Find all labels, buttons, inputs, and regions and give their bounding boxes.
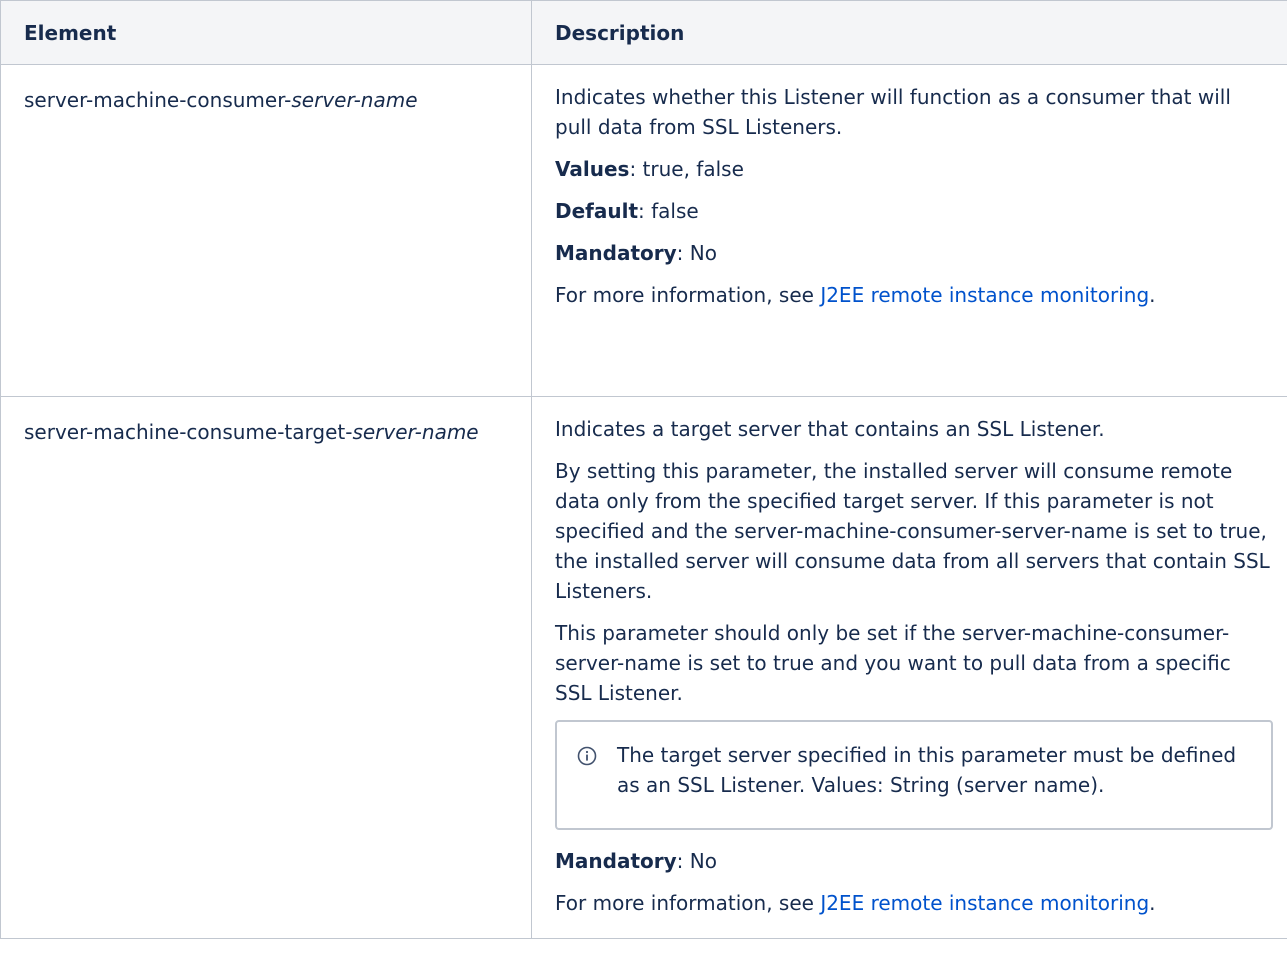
table-row: server-machine-consume-target-server-nam…: [0, 396, 1287, 939]
mandatory-label: Mandatory: [555, 849, 677, 873]
header-description: Description: [531, 0, 1287, 65]
values-label: Values: [555, 157, 630, 181]
mandatory-text: : No: [676, 241, 717, 265]
j2ee-monitoring-link[interactable]: J2EE remote instance monitoring: [820, 283, 1149, 307]
default-text: : false: [638, 199, 699, 223]
more-info-suffix: .: [1149, 891, 1156, 915]
info-note: The target server specified in this para…: [555, 720, 1273, 830]
description-cell: Indicates a target server that contains …: [531, 396, 1287, 939]
j2ee-monitoring-link[interactable]: J2EE remote instance monitoring: [820, 891, 1149, 915]
default-line: Default: false: [555, 196, 1273, 226]
description-text: Indicates a target server that contains …: [555, 417, 1105, 441]
mandatory-line: Mandatory: No: [555, 846, 1273, 876]
parameters-table: Element Description server-machine-consu…: [0, 0, 1287, 939]
more-info-line: For more information, see J2EE remote in…: [555, 280, 1273, 310]
table-header-row: Element Description: [0, 0, 1287, 65]
element-name-italic: server-name: [352, 420, 479, 444]
more-info-suffix: .: [1149, 283, 1156, 307]
description-cell: Indicates whether this Listener will fun…: [531, 64, 1287, 397]
header-element: Element: [0, 0, 532, 65]
values-text: : true, false: [629, 157, 744, 181]
default-label: Default: [555, 199, 639, 223]
mandatory-label: Mandatory: [555, 241, 677, 265]
more-info-prefix: For more information, see: [555, 283, 821, 307]
values-line: Values: true, false: [555, 154, 1273, 184]
table-row: server-machine-consumer-server-name Indi…: [0, 64, 1287, 397]
description-text: Indicates whether this Listener will fun…: [555, 85, 1231, 139]
more-info-line: For more information, see J2EE remote in…: [555, 888, 1273, 918]
element-cell: server-machine-consume-target-server-nam…: [0, 396, 532, 939]
description-paragraph: This parameter should only be set if the…: [555, 621, 1231, 705]
element-cell: server-machine-consumer-server-name: [0, 64, 532, 397]
element-name-prefix: server-machine-consumer-: [24, 88, 292, 112]
element-name-prefix: server-machine-consume-target-: [24, 420, 353, 444]
mandatory-text: : No: [676, 849, 717, 873]
more-info-prefix: For more information, see: [555, 891, 821, 915]
mandatory-line: Mandatory: No: [555, 238, 1273, 268]
info-note-text: The target server specified in this para…: [617, 743, 1237, 797]
info-icon: [577, 746, 597, 766]
element-name-italic: server-name: [291, 88, 418, 112]
description-paragraph: By setting this parameter, the installed…: [555, 459, 1270, 603]
